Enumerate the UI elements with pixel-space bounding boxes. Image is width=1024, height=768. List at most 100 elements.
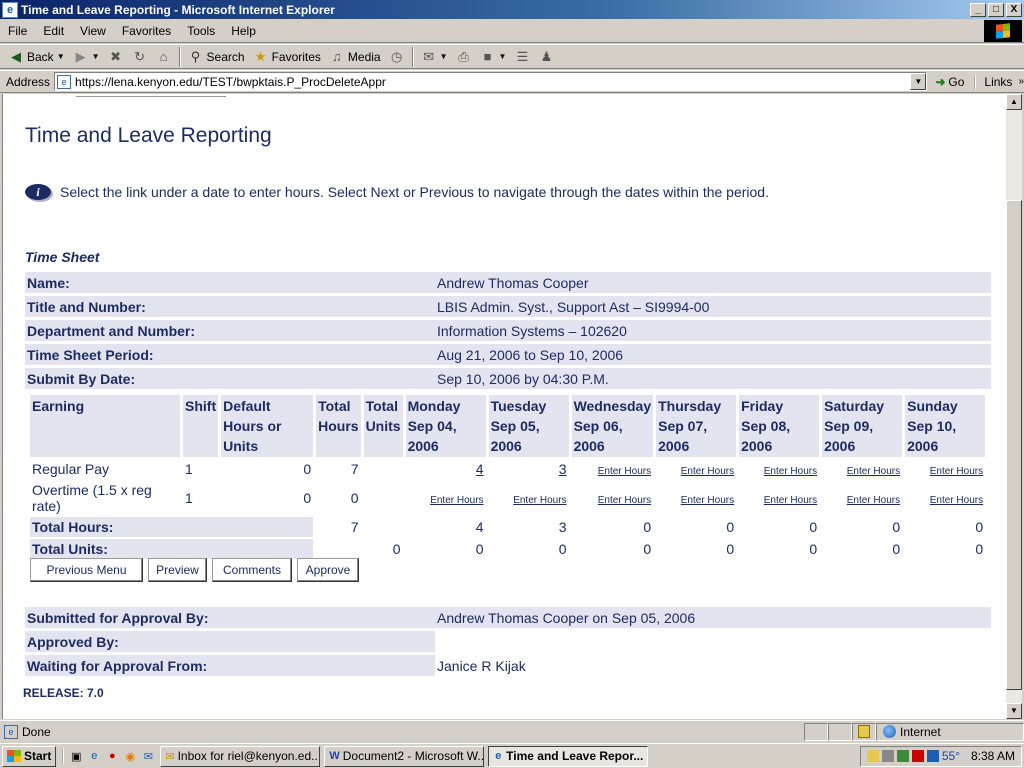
page-icon: e: [57, 74, 72, 89]
scroll-thumb[interactable]: [1006, 200, 1022, 690]
refresh-button[interactable]: ↻: [128, 46, 152, 68]
media-button[interactable]: ♫ Media: [325, 46, 385, 68]
comments-button[interactable]: Comments: [212, 558, 292, 582]
restore-button[interactable]: □: [988, 2, 1004, 17]
favorites-button[interactable]: ★ Favorites: [249, 46, 325, 68]
preview-button[interactable]: Preview: [148, 558, 207, 582]
home-button[interactable]: ⌂: [152, 46, 176, 68]
volume-icon[interactable]: [881, 750, 894, 762]
menu-favorites[interactable]: Favorites: [114, 24, 179, 38]
start-button[interactable]: Start: [2, 745, 57, 767]
address-url[interactable]: https://lena.kenyon.edu/TEST/bwpktais.P_…: [75, 75, 386, 89]
history-button[interactable]: ◷: [385, 46, 409, 68]
enter-hours-link[interactable]: Enter Hours: [847, 495, 900, 506]
scroll-up-icon[interactable]: ▲: [1006, 94, 1022, 110]
menu-tools[interactable]: Tools: [179, 24, 223, 38]
enter-hours-link[interactable]: Enter Hours: [598, 495, 651, 506]
lock-icon: [858, 725, 870, 738]
taskbar-item-word[interactable]: W Document2 - Microsoft W...: [324, 745, 485, 767]
col-header-subtext: Sep 04, 2006: [407, 418, 457, 454]
status-pane: [828, 722, 852, 741]
search-button[interactable]: ⚲ Search: [184, 46, 249, 68]
back-dropdown-icon[interactable]: ▼: [57, 52, 65, 61]
close-button[interactable]: X: [1006, 2, 1022, 17]
tray-app-icon[interactable]: [866, 750, 879, 762]
mail-dropdown-icon[interactable]: ▼: [440, 52, 448, 61]
detail-row: Time Sheet Period: Aug 21, 2006 to Sep 1…: [25, 344, 991, 365]
approve-button[interactable]: Approve: [297, 558, 359, 582]
scroll-down-icon[interactable]: ▼: [1006, 703, 1022, 719]
taskbar-item-inbox[interactable]: ✉ Inbox for riel@kenyon.ed...: [160, 745, 321, 767]
total-units-sum: 0: [392, 541, 401, 557]
clock[interactable]: 8:38 AM: [971, 749, 1015, 763]
windows-logo-icon: [984, 20, 1022, 42]
mail-icon: ✉: [423, 48, 435, 64]
col-header-total-units: Total Units: [363, 395, 403, 457]
go-button[interactable]: ➜ Go: [935, 75, 964, 89]
enter-hours-link[interactable]: Enter Hours: [930, 495, 983, 506]
enter-hours-link[interactable]: Enter Hours: [430, 495, 483, 506]
ie-quicklaunch-icon[interactable]: e: [86, 748, 102, 764]
window-title-bar[interactable]: e Time and Leave Reporting - Microsoft I…: [0, 0, 1024, 19]
minimize-button[interactable]: _: [970, 2, 986, 17]
show-desktop-icon[interactable]: ▣: [68, 748, 84, 764]
enter-hours-link[interactable]: Enter Hours: [930, 466, 983, 477]
enter-hours-link[interactable]: Enter Hours: [598, 466, 651, 477]
edit-dropdown-icon[interactable]: ▼: [499, 52, 507, 61]
menu-help[interactable]: Help: [223, 24, 264, 38]
messenger-button[interactable]: ♟: [534, 46, 558, 68]
detail-row: Department and Number: Information Syste…: [25, 320, 991, 341]
status-left: e Done: [0, 724, 804, 739]
col-header-friday: Friday Sep 08, 2006: [739, 395, 820, 457]
earning-name: Overtime (1.5 x reg rate): [32, 482, 152, 514]
enter-hours-link[interactable]: Enter Hours: [764, 466, 817, 477]
enter-hours-link[interactable]: Enter Hours: [513, 495, 566, 506]
menu-view[interactable]: View: [72, 24, 114, 38]
forward-dropdown-icon[interactable]: ▼: [92, 52, 100, 61]
section-heading: Time Sheet: [25, 249, 100, 265]
address-dropdown-icon[interactable]: ▼: [910, 73, 927, 90]
discuss-button[interactable]: ☰: [510, 46, 534, 68]
address-input[interactable]: e https://lena.kenyon.edu/TEST/bwpktais.…: [54, 72, 928, 91]
enter-hours-link[interactable]: Enter Hours: [764, 495, 817, 506]
forward-button[interactable]: ▶ ▼: [69, 46, 104, 68]
col-header-text: Shift: [185, 398, 217, 414]
back-button[interactable]: ◀ Back ▼: [4, 46, 69, 68]
enter-hours-link[interactable]: Enter Hours: [681, 495, 734, 506]
col-header-earning: Earning: [30, 395, 180, 457]
col-header-text: Default: [223, 398, 271, 414]
edit-button[interactable]: ■ ▼: [476, 46, 511, 68]
windows-flag-icon: [7, 750, 21, 762]
col-header-subtext: Units: [365, 418, 401, 434]
menu-edit[interactable]: Edit: [35, 24, 72, 38]
enter-hours-link[interactable]: Enter Hours: [847, 466, 900, 477]
hours-link-monday[interactable]: 4: [476, 461, 484, 477]
weather-icon[interactable]: [926, 750, 939, 762]
vertical-scrollbar[interactable]: ▲ ▼: [1006, 94, 1022, 719]
approval-row: Waiting for Approval From: Janice R Kija…: [25, 655, 991, 676]
temperature-label: 55°: [941, 749, 960, 763]
menu-file[interactable]: File: [0, 24, 35, 38]
security-zone: Internet: [876, 722, 1024, 741]
enter-hours-link[interactable]: Enter Hours: [681, 466, 734, 477]
antivirus-icon[interactable]: [911, 750, 924, 762]
outlook-icon[interactable]: ✉: [140, 748, 156, 764]
refresh-icon: ↻: [134, 48, 145, 64]
previous-menu-button[interactable]: Previous Menu: [30, 558, 143, 582]
stop-button[interactable]: ✖: [104, 46, 128, 68]
links-button[interactable]: Links: [974, 74, 1012, 89]
taskbar: Start ▣ e ● ◉ ✉ ✉ Inbox for riel@kenyon.…: [0, 743, 1024, 768]
info-text: Select the link under a date to enter ho…: [60, 184, 769, 200]
app-quicklaunch-icon[interactable]: ●: [104, 748, 120, 764]
chevron-right-icon[interactable]: »: [1018, 76, 1024, 87]
default-value: 0: [303, 490, 312, 506]
mail-button[interactable]: ✉ ▼: [417, 46, 452, 68]
print-button[interactable]: ⎙: [452, 46, 476, 68]
firefox-icon[interactable]: ◉: [122, 748, 138, 764]
network-icon[interactable]: [896, 750, 909, 762]
day-total-hours: 0: [975, 519, 984, 535]
ie-icon: e: [495, 750, 502, 762]
col-header-subtext: Sep 06, 2006: [573, 418, 623, 454]
hours-link-tuesday[interactable]: 3: [559, 461, 567, 477]
taskbar-item-time-leave[interactable]: e Time and Leave Repor...: [488, 745, 649, 767]
